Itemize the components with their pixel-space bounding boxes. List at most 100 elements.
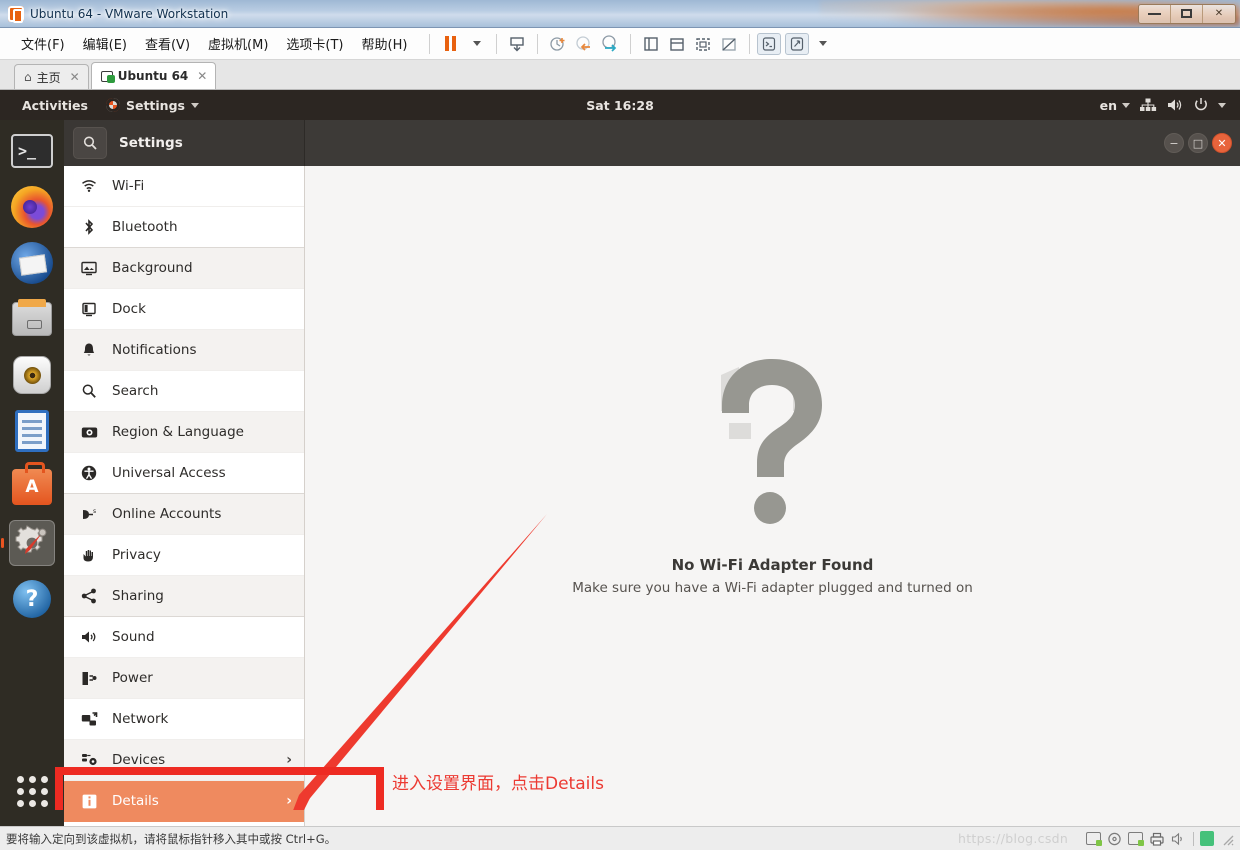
sidebar-item-label: Search — [112, 383, 159, 399]
dock-item-files[interactable] — [9, 296, 55, 342]
show-console-view-button[interactable] — [690, 32, 716, 56]
sidebar-item-label: Dock — [112, 301, 146, 317]
chevron-right-icon: › — [286, 752, 292, 768]
gear-wrench-icon — [15, 525, 47, 554]
manage-snapshots-button[interactable] — [597, 32, 623, 56]
sidebar-item-sharing[interactable]: Sharing — [64, 576, 304, 617]
show-applications-button[interactable] — [9, 768, 55, 814]
menu-view[interactable]: 查看(V) — [136, 30, 199, 57]
activities-button[interactable]: Activities — [0, 98, 98, 113]
resize-grip-icon[interactable] — [1220, 832, 1234, 846]
sidebar-item-details[interactable]: Details › — [64, 781, 304, 822]
close-button[interactable]: ✕ — [1203, 4, 1235, 23]
disk-activity-icon[interactable] — [1086, 832, 1102, 846]
status-device-icons — [1086, 831, 1234, 846]
suspend-dropdown[interactable] — [463, 32, 489, 56]
dock-item-software[interactable]: A — [9, 462, 55, 510]
network-icon[interactable] — [1139, 97, 1157, 113]
sidebar-item-privacy[interactable]: Privacy — [64, 535, 304, 576]
settings-sidebar[interactable]: Wi-Fi Bluetooth Background Dock Notifica… — [64, 166, 305, 826]
sidebar-item-notifications[interactable]: Notifications — [64, 330, 304, 371]
toolbar-separator — [749, 33, 751, 54]
menu-tabs[interactable]: 选项卡(T) — [277, 30, 352, 57]
watermark: https://blog.csdn — [958, 831, 1069, 846]
background-icon — [80, 261, 98, 276]
sidebar-item-bluetooth[interactable]: Bluetooth — [64, 207, 304, 248]
settings-minimize-button[interactable]: − — [1164, 133, 1184, 153]
sidebar-item-network[interactable]: Network — [64, 699, 304, 740]
search-button[interactable] — [73, 127, 107, 159]
sidebar-item-online-accounts[interactable]: s Online Accounts — [64, 494, 304, 535]
vm-icon — [100, 70, 115, 83]
dock-item-terminal[interactable]: >_ — [9, 128, 55, 174]
menu-file[interactable]: 文件(F) — [12, 30, 74, 57]
snapshot-button[interactable] — [504, 32, 530, 56]
dock-item-rhythmbox[interactable] — [9, 352, 55, 398]
app-menu-label: Settings — [125, 97, 185, 113]
settings-close-button[interactable]: ✕ — [1212, 133, 1232, 153]
caret-down-icon[interactable] — [1218, 102, 1226, 108]
dock-item-writer[interactable] — [9, 408, 55, 454]
volume-icon[interactable] — [1166, 97, 1184, 113]
toolbar-separator — [429, 33, 431, 54]
dock-item-firefox[interactable] — [9, 184, 55, 230]
usb-icon[interactable] — [1200, 831, 1214, 846]
tab-close-icon[interactable]: ✕ — [197, 69, 207, 83]
sidebar-item-label: Background — [112, 260, 193, 276]
privacy-hand-icon — [80, 548, 98, 563]
guest-os-screen[interactable]: Activities Settings Sat 16:28 en >_ A ? … — [0, 90, 1240, 826]
sidebar-item-dock[interactable]: Dock — [64, 289, 304, 330]
cd-drive-icon[interactable] — [1107, 832, 1122, 846]
menu-edit[interactable]: 编辑(E) — [74, 30, 136, 57]
sidebar-item-wifi[interactable]: Wi-Fi — [64, 166, 304, 207]
minimize-button[interactable] — [1139, 4, 1171, 23]
dock-item-settings[interactable] — [9, 520, 55, 566]
tab-home-label: 主页 — [36, 70, 61, 85]
chevron-right-icon: › — [286, 793, 292, 809]
app-menu-settings[interactable]: Settings — [98, 98, 207, 113]
sidebar-item-power[interactable]: Power — [64, 658, 304, 699]
suspend-button[interactable] — [437, 32, 463, 56]
power-icon[interactable] — [1193, 97, 1209, 113]
take-snapshot-button[interactable] — [545, 32, 571, 56]
terminal-icon — [763, 36, 776, 51]
settings-header-left: Settings — [64, 120, 305, 166]
grid-dot — [16, 799, 24, 807]
sidebar-item-sound[interactable]: Sound — [64, 617, 304, 658]
dock-item-help[interactable]: ? — [9, 576, 55, 622]
dock-item-thunderbird[interactable] — [9, 240, 55, 286]
sidebar-item-background[interactable]: Background — [64, 248, 304, 289]
tab-home[interactable]: ⌂ 主页 ✕ — [14, 64, 89, 89]
sidebar-item-universal-access[interactable]: Universal Access — [64, 453, 304, 494]
sidebar-item-region-language[interactable]: Region & Language — [64, 412, 304, 453]
terminal-icon: >_ — [11, 134, 53, 168]
printer-icon[interactable] — [1149, 832, 1165, 846]
unity-mode-button[interactable] — [757, 32, 782, 55]
menu-vm[interactable]: 虚拟机(M) — [199, 30, 277, 57]
sidebar-item-label: Sound — [112, 629, 155, 645]
grid-dot — [16, 787, 24, 795]
keyboard-layout-indicator[interactable]: en — [1100, 98, 1130, 113]
sharing-icon — [80, 588, 98, 604]
show-library-button[interactable] — [638, 32, 664, 56]
sidebar-item-search[interactable]: Search — [64, 371, 304, 412]
tab-close-icon[interactable]: ✕ — [70, 70, 80, 84]
menu-help[interactable]: 帮助(H) — [353, 30, 417, 57]
clock[interactable]: Sat 16:28 — [586, 98, 654, 113]
settings-content-panel: No Wi-Fi Adapter Found Make sure you hav… — [305, 166, 1240, 826]
sidebar-item-devices[interactable]: Devices › — [64, 740, 304, 781]
clock-plus-icon — [550, 36, 565, 51]
pause-icon — [444, 36, 456, 51]
revert-snapshot-button[interactable] — [571, 32, 597, 56]
empty-state: No Wi-Fi Adapter Found Make sure you hav… — [572, 353, 973, 596]
network-adapter-icon[interactable] — [1128, 832, 1144, 846]
fullscreen-button[interactable] — [785, 32, 810, 55]
hide-console-view-button[interactable] — [716, 32, 742, 56]
show-thumbnails-button[interactable] — [664, 32, 690, 56]
maximize-button[interactable] — [1171, 4, 1203, 23]
tab-ubuntu-64[interactable]: Ubuntu 64 ✕ — [90, 62, 217, 89]
grid-dot — [16, 775, 24, 783]
settings-maximize-button[interactable]: □ — [1188, 133, 1208, 153]
fullscreen-dropdown[interactable] — [809, 32, 835, 56]
sound-icon[interactable] — [1171, 832, 1187, 846]
